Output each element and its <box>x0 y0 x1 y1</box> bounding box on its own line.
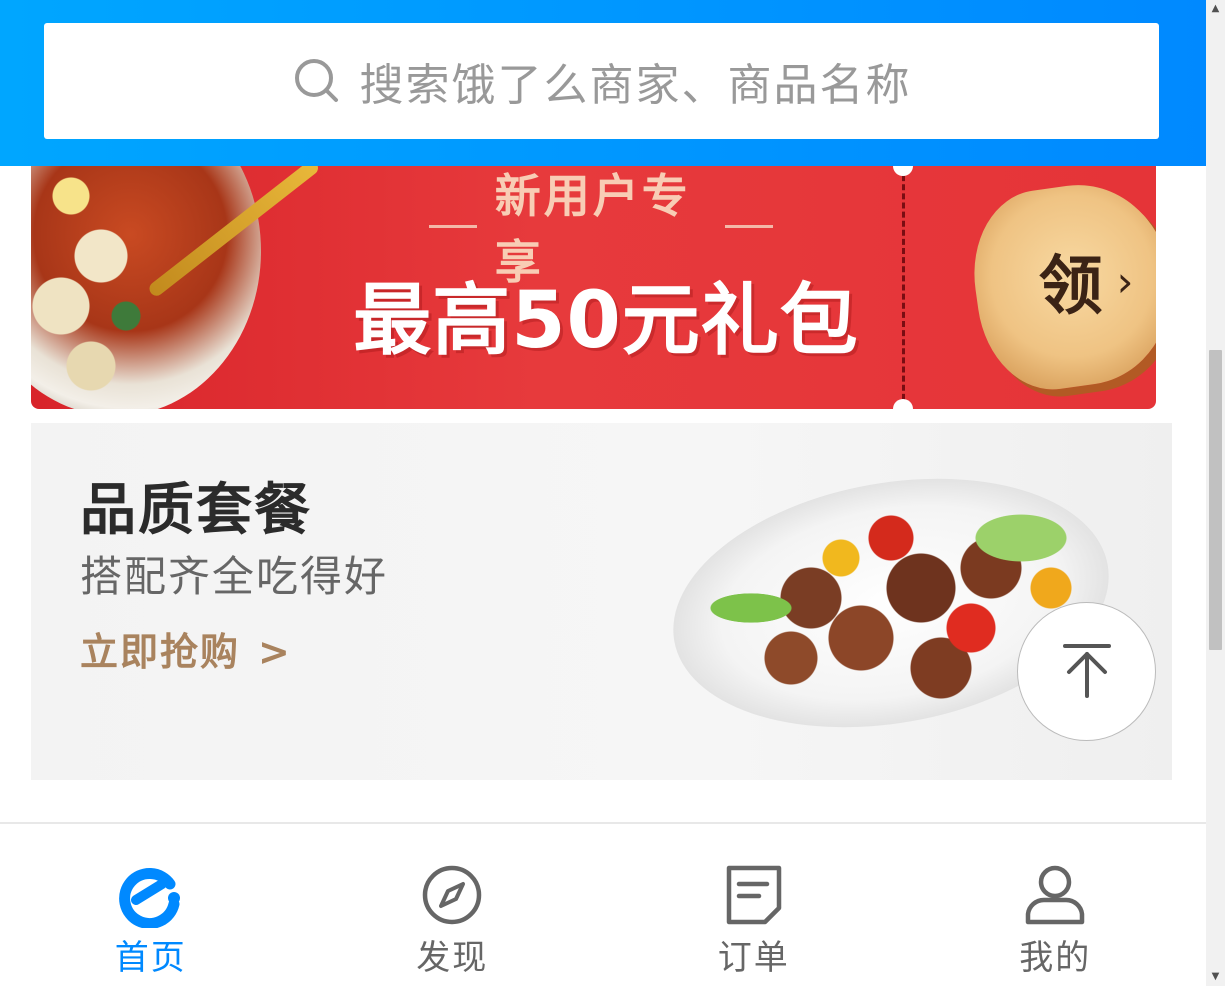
meal-card-subtitle: 搭配齐全吃得好 <box>80 552 389 601</box>
scroll-thumb[interactable] <box>1209 350 1222 650</box>
scroll-up-arrow-icon[interactable]: ▲ <box>1206 2 1225 16</box>
coupon-notch <box>893 166 913 176</box>
nav-item-profile[interactable]: 我的 <box>905 824 1207 986</box>
claim-label: 领 › <box>1016 236 1156 326</box>
order-list-icon <box>721 862 787 928</box>
nav-item-discover[interactable]: 发现 <box>302 824 604 986</box>
eleme-logo-icon <box>118 862 184 929</box>
food-image <box>31 166 151 396</box>
decorative-line <box>429 224 477 228</box>
arrow-up-to-top-icon <box>1057 640 1117 704</box>
coupon-notch <box>893 399 913 409</box>
search-icon <box>292 56 342 106</box>
top-header: 搜索饿了么商家、商品名称 <box>0 0 1206 166</box>
nav-item-orders[interactable]: 订单 <box>603 824 905 986</box>
nav-label-home: 首页 <box>114 938 187 978</box>
buy-now-label: 立即抢购 <box>80 630 241 674</box>
quality-meal-card[interactable]: 品质套餐 搭配齐全吃得好 立即抢购 > <box>31 423 1172 780</box>
user-icon <box>1022 862 1088 928</box>
claim-button[interactable]: 领 › <box>963 173 1156 399</box>
nav-label-profile: 我的 <box>1019 938 1092 978</box>
claim-text: 领 <box>1038 250 1103 324</box>
search-placeholder: 搜索饿了么商家、商品名称 <box>359 60 912 111</box>
nav-item-home[interactable]: 首页 <box>0 824 302 986</box>
compass-icon <box>419 862 485 928</box>
chevron-right-icon: › <box>1116 256 1134 306</box>
promo-subtitle: 新用户专享 <box>411 169 791 289</box>
page-scrollbar[interactable]: ▲ ▼ <box>1206 0 1225 986</box>
search-bar[interactable]: 搜索饿了么商家、商品名称 <box>44 23 1159 139</box>
nav-label-discover: 发现 <box>416 938 489 978</box>
new-user-promo-banner[interactable]: 新用户专享 最高50元礼包 领 › <box>31 166 1156 409</box>
bottom-nav: 首页 发现 订单 我的 <box>0 822 1206 986</box>
meal-card-title: 品质套餐 <box>80 478 312 543</box>
buy-now-link[interactable]: 立即抢购 > <box>80 621 292 676</box>
chevron-right-icon: > <box>258 630 292 674</box>
promo-title: 最高50元礼包 <box>353 276 859 366</box>
decorative-line <box>725 224 773 228</box>
nav-label-orders: 订单 <box>717 938 790 978</box>
back-to-top-button[interactable] <box>1017 602 1156 741</box>
scroll-down-arrow-icon[interactable]: ▼ <box>1206 970 1225 984</box>
coupon-perforation <box>902 166 905 409</box>
